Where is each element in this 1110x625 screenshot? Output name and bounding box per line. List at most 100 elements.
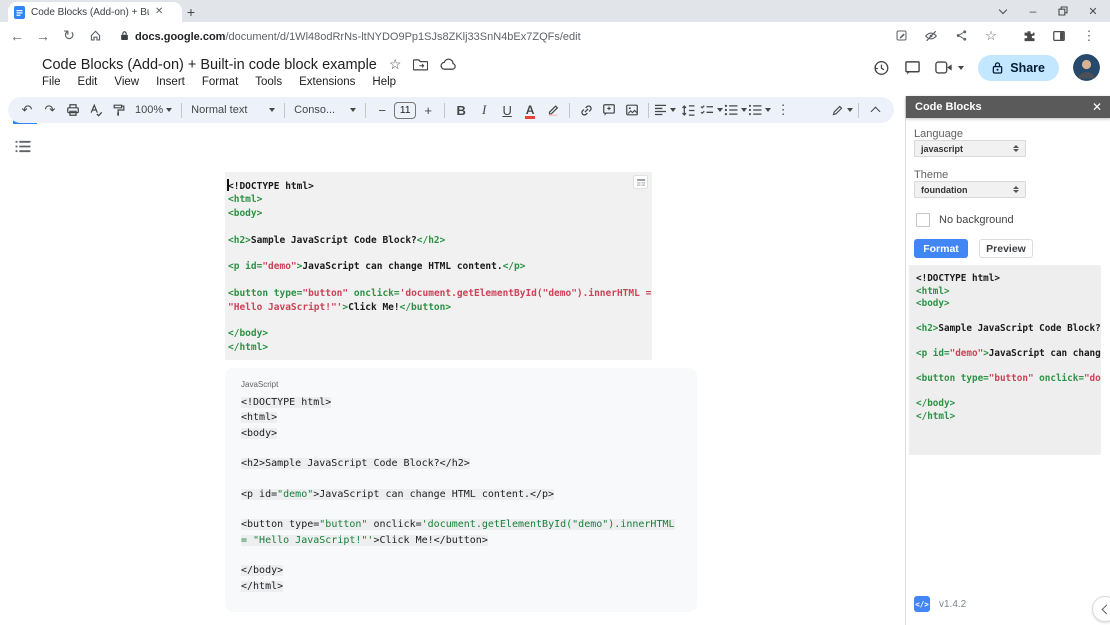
format-toolbar: ↶ ↷ 100% Normal text Conso... − 11 + B I… xyxy=(8,97,894,123)
preview-button[interactable]: Preview xyxy=(979,239,1033,258)
share-lock-icon xyxy=(992,61,1003,74)
theme-select[interactable]: foundation xyxy=(914,181,1026,198)
bulleted-list-button[interactable] xyxy=(724,99,747,121)
url-host: docs.google.com xyxy=(135,31,225,43)
menu-insert[interactable]: Insert xyxy=(156,76,185,88)
font-family-select[interactable]: Conso... xyxy=(290,99,360,121)
tab-close-icon[interactable]: ✕ xyxy=(155,7,163,17)
star-doc-icon[interactable]: ☆ xyxy=(389,56,402,73)
text-cursor xyxy=(227,179,229,191)
call-dropdown-icon[interactable] xyxy=(958,66,964,70)
code-language-label: JavaScript xyxy=(241,380,697,389)
menu-tools[interactable]: Tools xyxy=(255,76,282,88)
url-path: /document/d/1Wl48odRrNs-ltNYDO9Pp1SJs8ZK… xyxy=(225,31,580,43)
doc-title[interactable]: Code Blocks (Add-on) + Built-in code blo… xyxy=(42,57,377,73)
share-button[interactable]: Share xyxy=(978,55,1059,81)
eye-off-icon[interactable] xyxy=(918,26,944,46)
code-brackets-icon: </> xyxy=(914,596,930,612)
no-background-checkbox[interactable] xyxy=(916,213,930,227)
browser-tab[interactable]: Code Blocks (Add-on) + Built-in c ✕ xyxy=(8,2,182,22)
menu-bar: File Edit View Insert Format Tools Exten… xyxy=(42,76,396,88)
code-preview-pane[interactable]: <!DOCTYPE html><html><body> <h2>Sample J… xyxy=(909,265,1101,455)
forward-button[interactable]: → xyxy=(30,26,56,46)
language-select[interactable]: javascript xyxy=(914,140,1026,157)
window-restore-button[interactable] xyxy=(1048,0,1078,22)
decrease-font-button[interactable]: − xyxy=(371,99,393,121)
builtin-code-block[interactable]: JavaScript <!DOCTYPE html><html><body> <… xyxy=(225,368,697,612)
hide-menus-button[interactable] xyxy=(864,99,886,121)
addon-version: v1.4.2 xyxy=(939,599,966,610)
toolbar-more-button[interactable]: ⋮ xyxy=(772,99,794,121)
url-field[interactable]: docs.google.com/document/d/1Wl48odRrNs-l… xyxy=(120,27,888,45)
italic-button[interactable]: I xyxy=(473,99,495,121)
text-color-button[interactable]: A xyxy=(519,99,541,121)
underline-button[interactable]: U xyxy=(496,99,518,121)
paint-format-button[interactable] xyxy=(108,99,130,121)
format-button[interactable]: Format xyxy=(914,239,968,258)
menu-help[interactable]: Help xyxy=(372,76,396,88)
sidebar-close-icon[interactable]: ✕ xyxy=(1092,101,1102,113)
bookmark-star-icon[interactable]: ☆ xyxy=(978,26,1004,46)
menu-extensions[interactable]: Extensions xyxy=(299,76,355,88)
tab-search-icon[interactable] xyxy=(988,0,1018,22)
insert-image-button[interactable] xyxy=(621,99,643,121)
undo-button[interactable]: ↶ xyxy=(16,99,38,121)
editing-mode-button[interactable] xyxy=(831,99,853,121)
back-button[interactable]: ← xyxy=(4,26,30,46)
new-tab-button[interactable]: + xyxy=(182,3,200,21)
sidebar-title: Code Blocks xyxy=(915,101,982,113)
menu-edit[interactable]: Edit xyxy=(78,76,98,88)
compose-icon[interactable] xyxy=(888,26,914,46)
line-spacing-button[interactable] xyxy=(677,99,699,121)
align-button[interactable] xyxy=(654,99,676,121)
share-icon[interactable] xyxy=(948,26,974,46)
side-panel-icon[interactable] xyxy=(1046,26,1072,46)
move-folder-icon[interactable] xyxy=(413,58,428,71)
select-arrows-icon xyxy=(1013,145,1019,153)
docs-favicon-icon xyxy=(14,6,25,19)
docs-header: Code Blocks (Add-on) + Built-in code blo… xyxy=(0,49,1110,96)
theme-label: Theme xyxy=(914,169,948,181)
share-label: Share xyxy=(1010,61,1045,75)
spellcheck-button[interactable] xyxy=(85,99,107,121)
reload-button[interactable]: ↻ xyxy=(56,26,82,46)
address-bar: ← → ↻ docs.google.com/document/d/1Wl48od… xyxy=(0,22,1110,50)
lock-icon xyxy=(120,30,129,41)
menu-format[interactable]: Format xyxy=(202,76,238,88)
menu-view[interactable]: View xyxy=(114,76,139,88)
extensions-puzzle-icon[interactable] xyxy=(1016,26,1042,46)
join-call-button[interactable] xyxy=(935,61,964,74)
version-history-icon[interactable] xyxy=(872,59,890,77)
language-label: Language xyxy=(914,128,963,140)
checklist-button[interactable] xyxy=(700,99,723,121)
menu-file[interactable]: File xyxy=(42,76,61,88)
chevron-left-icon xyxy=(1102,604,1110,614)
paragraph-style-select[interactable]: Normal text xyxy=(187,99,279,121)
font-size-input[interactable]: 11 xyxy=(394,102,416,119)
browser-menu-kebab-icon[interactable]: ⋮ xyxy=(1076,26,1102,46)
browser-tab-strip: Code Blocks (Add-on) + Built-in c ✕ + – … xyxy=(0,0,1110,22)
numbered-list-button[interactable] xyxy=(748,99,771,121)
code-block-options-icon[interactable] xyxy=(633,175,648,189)
bold-button[interactable]: B xyxy=(450,99,472,121)
select-arrows-icon xyxy=(1013,186,1019,194)
avatar[interactable] xyxy=(1073,54,1100,81)
code-blocks-sidebar: Code Blocks ✕ Language javascript Theme … xyxy=(905,96,1110,625)
insert-link-button[interactable] xyxy=(575,99,597,121)
cloud-status-icon[interactable] xyxy=(440,58,457,71)
tab-title: Code Blocks (Add-on) + Built-in c xyxy=(31,7,149,18)
highlight-color-button[interactable] xyxy=(542,99,564,121)
add-comment-button[interactable] xyxy=(598,99,620,121)
document-outline-icon[interactable] xyxy=(15,140,31,153)
redo-button[interactable]: ↷ xyxy=(39,99,61,121)
addon-code-block[interactable]: <!DOCTYPE html><html><body> <h2>Sample J… xyxy=(225,172,652,360)
comments-icon[interactable] xyxy=(904,60,921,76)
document-canvas[interactable]: <!DOCTYPE html><html><body> <h2>Sample J… xyxy=(0,124,903,625)
increase-font-button[interactable]: + xyxy=(417,99,439,121)
window-minimize-button[interactable]: – xyxy=(1018,0,1048,22)
window-close-button[interactable]: ✕ xyxy=(1078,0,1108,22)
print-button[interactable] xyxy=(62,99,84,121)
home-button[interactable] xyxy=(82,26,108,46)
zoom-select[interactable]: 100% xyxy=(131,99,176,121)
no-background-label: No background xyxy=(939,214,1014,226)
